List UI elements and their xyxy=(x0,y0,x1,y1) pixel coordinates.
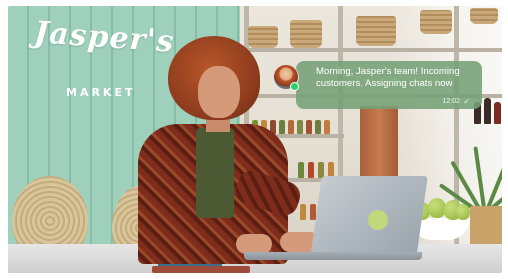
bottle xyxy=(484,98,491,124)
basket xyxy=(420,10,452,34)
basket xyxy=(248,26,278,48)
bottle xyxy=(494,102,501,124)
jar xyxy=(300,204,306,220)
jar xyxy=(306,120,312,134)
person-face xyxy=(198,66,240,118)
laptop-logo xyxy=(368,210,388,230)
store-sign-subtitle: MARKET xyxy=(66,86,136,99)
jar xyxy=(288,120,294,134)
hero-photo: Jasper's MARKET Morning, Jasper's team! … xyxy=(8,6,502,273)
online-status-icon xyxy=(290,82,299,91)
jar xyxy=(297,120,303,134)
jar xyxy=(308,162,314,178)
notification-time: 12:02 xyxy=(442,98,460,105)
person-shirt xyxy=(196,128,234,218)
shelf xyxy=(244,48,502,52)
jar xyxy=(315,120,321,134)
jar xyxy=(324,120,330,134)
jar xyxy=(298,162,304,178)
laptop-base xyxy=(244,252,422,260)
notification-message: Morning, Jasper's team! Incoming custome… xyxy=(316,66,460,89)
double-check-icon: ✓ xyxy=(463,97,470,106)
pear xyxy=(456,204,470,220)
basket xyxy=(356,16,396,46)
chat-notification[interactable]: Morning, Jasper's team! Incoming custome… xyxy=(296,61,482,109)
book xyxy=(152,266,250,273)
basket xyxy=(470,8,498,24)
person-hand xyxy=(236,234,272,254)
basket xyxy=(290,20,322,48)
plant-pot xyxy=(470,206,502,248)
jar xyxy=(279,120,285,134)
